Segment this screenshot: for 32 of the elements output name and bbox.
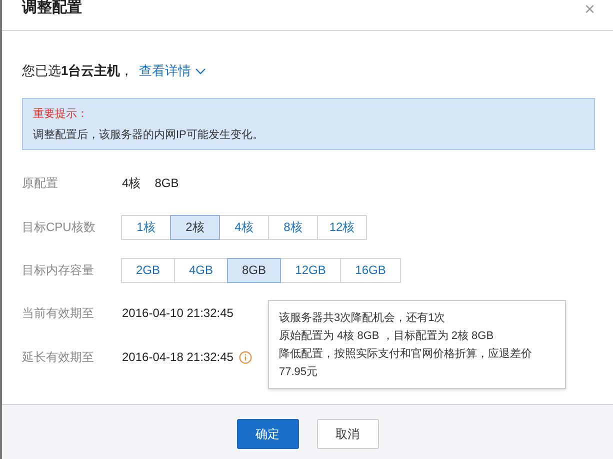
tooltip-text: 原始配置为 4核 8GB ，目标配置为 2核 8GB <box>279 329 495 344</box>
close-button[interactable]: × <box>584 0 595 18</box>
memory-option[interactable]: 2GB <box>121 258 175 282</box>
cancel-button[interactable]: 取消 <box>316 419 378 449</box>
tooltip-text: 该服务器共3次降配机会，还有1次 <box>279 311 446 326</box>
notice-text: 调整配置后，该服务器的内网IP可能发生变化。 <box>33 128 264 142</box>
memory-option[interactable]: 8GB <box>227 258 281 282</box>
memory-option[interactable]: 12GB <box>280 258 341 282</box>
cpu-value: 4核 <box>122 174 141 192</box>
confirm-button[interactable]: 确定 <box>236 419 298 449</box>
field-label: 目标CPU核数 <box>22 218 96 236</box>
memory-option[interactable]: 16GB <box>340 258 401 282</box>
selection-text: 您已选1台云主机， <box>22 62 134 80</box>
notice-heading: 重要提示： <box>33 107 89 121</box>
date-value: 2016-04-18 21:32:45 <box>122 350 234 364</box>
cpu-option[interactable]: 2核 <box>170 214 220 240</box>
memory-option[interactable]: 4GB <box>174 258 228 282</box>
chevron-down-icon <box>195 68 206 74</box>
date-value: 2016-04-10 21:32:45 <box>122 306 234 320</box>
tooltip-text: 降低配置，按照实际支付和官网价格折算，应退差价 <box>279 347 533 362</box>
field-label: 当前有效期至 <box>22 304 95 322</box>
cpu-option[interactable]: 12核 <box>317 214 367 240</box>
details-link[interactable]: 查看详情 <box>139 62 206 80</box>
field-label: 延长有效期至 <box>22 348 95 366</box>
tooltip-text: 77.95元 <box>279 365 319 380</box>
cpu-option[interactable]: 8核 <box>268 214 318 240</box>
info-icon[interactable] <box>239 350 252 364</box>
memory-value: 8GB <box>154 176 179 190</box>
field-label: 目标内存容量 <box>22 262 95 278</box>
field-label: 原配置 <box>22 174 59 192</box>
cpu-option[interactable]: 4核 <box>219 214 269 240</box>
cpu-option[interactable]: 1核 <box>121 214 171 240</box>
